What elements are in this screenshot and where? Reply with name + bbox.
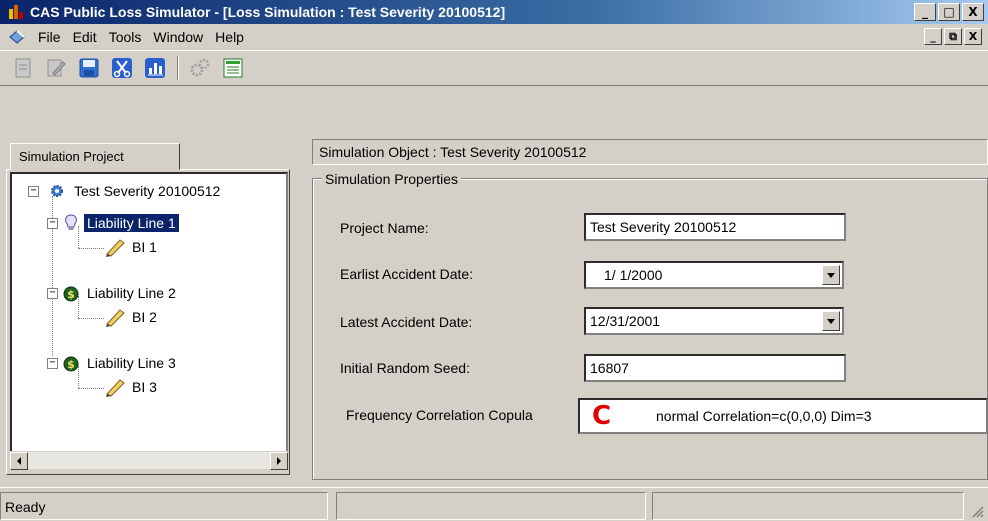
- run-button[interactable]: [187, 55, 213, 81]
- status-pane-2: [336, 492, 646, 520]
- new-document-button[interactable]: [10, 55, 36, 81]
- arrow-left-icon: [17, 457, 21, 465]
- child-close-button[interactable]: X: [964, 28, 982, 45]
- simulation-object-header: Simulation Object : Test Severity 201005…: [312, 139, 988, 165]
- svg-text:$: $: [67, 358, 75, 371]
- horizontal-scrollbar[interactable]: [10, 451, 288, 470]
- arrow-right-icon: [277, 457, 281, 465]
- close-button[interactable]: X: [962, 3, 984, 21]
- scissors-icon: [112, 58, 132, 78]
- gear-icon: [51, 185, 63, 197]
- tree-root[interactable]: − Test Severity 20100512: [28, 180, 223, 202]
- project-tree[interactable]: − Test Severity 20100512 − Liability Lin…: [10, 172, 288, 460]
- status-bar: Ready: [0, 487, 988, 521]
- pencil-icon: [106, 239, 125, 257]
- earliest-accident-date-label: Earlist Accident Date:: [340, 266, 474, 282]
- initial-random-seed-label: Initial Random Seed:: [340, 360, 470, 376]
- project-name-field[interactable]: Test Severity 20100512: [584, 213, 846, 241]
- svg-text:$: $: [67, 288, 75, 301]
- app-icon: [8, 4, 24, 20]
- copula-selector[interactable]: C normal Correlation=c(0,0,0) Dim=3: [578, 398, 988, 434]
- menu-tools[interactable]: Tools: [103, 27, 148, 47]
- menu-bar: File Edit Tools Window Help _ ⧉ X: [0, 24, 988, 50]
- latest-accident-date-picker[interactable]: 12/31/2001: [584, 307, 844, 335]
- gears-icon: [190, 58, 210, 77]
- window-title: CAS Public Loss Simulator - [Loss Simula…: [30, 4, 506, 20]
- tree-item-liability-line-2[interactable]: − $ Liability Line 2: [47, 282, 179, 304]
- collapse-icon[interactable]: −: [28, 185, 39, 197]
- menu-window[interactable]: Window: [147, 27, 209, 47]
- export-button[interactable]: [220, 55, 246, 81]
- latest-accident-date-label: Latest Accident Date:: [340, 314, 473, 330]
- tree-item-label: Liability Line 1: [83, 213, 180, 233]
- frequency-correlation-copula-label: Frequency Correlation Copula: [346, 407, 533, 423]
- menu-file[interactable]: File: [32, 27, 67, 47]
- status-text: Ready: [0, 492, 328, 520]
- latest-accident-date-value: 12/31/2001: [590, 313, 661, 329]
- group-title: Simulation Properties: [322, 171, 462, 187]
- resize-grip-icon[interactable]: [970, 504, 984, 518]
- tree-item-label: BI 2: [132, 309, 157, 325]
- copula-value: normal Correlation=c(0,0,0) Dim=3: [656, 408, 872, 424]
- earliest-accident-date-value: 1/ 1/2000: [604, 267, 663, 283]
- scroll-left-button[interactable]: [10, 452, 28, 470]
- cut-button[interactable]: [109, 55, 135, 81]
- tree-item-liability-line-3[interactable]: − $ Liability Line 3: [47, 352, 179, 374]
- tree-item-label: Liability Line 2: [87, 285, 176, 301]
- dropdown-arrow-button[interactable]: [822, 265, 840, 285]
- initial-random-seed-field[interactable]: 16807: [584, 354, 846, 382]
- money-bag-icon: $: [63, 356, 79, 372]
- chart-button[interactable]: [142, 55, 168, 81]
- menu-help[interactable]: Help: [209, 27, 250, 47]
- edit-button[interactable]: [43, 55, 69, 81]
- child-minimize-button[interactable]: _: [924, 28, 942, 45]
- tree-item-bi-1[interactable]: BI 1: [104, 236, 160, 258]
- chevron-down-icon: [827, 272, 835, 278]
- document-window-icon[interactable]: [8, 29, 26, 45]
- export-icon: [223, 58, 243, 78]
- chevron-down-icon: [827, 318, 835, 324]
- toolbar-separator: [177, 56, 179, 80]
- pencil-icon: [106, 379, 125, 397]
- tab-simulation-project[interactable]: Simulation Project: [10, 143, 180, 170]
- tree-item-label: Liability Line 3: [87, 355, 176, 371]
- tree-item-label: BI 1: [132, 239, 157, 255]
- title-bar: CAS Public Loss Simulator - [Loss Simula…: [0, 0, 988, 24]
- tree-item-liability-line-1[interactable]: − Liability Line 1: [47, 212, 180, 234]
- menu-edit[interactable]: Edit: [67, 27, 103, 47]
- collapse-icon[interactable]: −: [47, 287, 58, 299]
- project-name-label: Project Name:: [340, 220, 429, 236]
- tree-item-label: BI 3: [132, 379, 157, 395]
- maximize-button[interactable]: □: [938, 3, 960, 21]
- pencil-icon: [106, 309, 125, 327]
- copula-icon: C: [592, 401, 612, 431]
- collapse-icon[interactable]: −: [47, 357, 58, 369]
- chart-icon: [145, 58, 165, 78]
- save-icon: [79, 58, 99, 78]
- collapse-icon[interactable]: −: [47, 217, 58, 229]
- edit-icon: [47, 59, 66, 77]
- lightbulb-icon: [65, 214, 77, 230]
- tree-item-bi-3[interactable]: BI 3: [104, 376, 160, 398]
- new-document-icon: [15, 58, 31, 78]
- tree-item-bi-2[interactable]: BI 2: [104, 306, 160, 328]
- earliest-accident-date-picker[interactable]: 1/ 1/2000: [584, 261, 844, 289]
- tree-root-label: Test Severity 20100512: [74, 183, 221, 199]
- minimize-button[interactable]: _: [914, 3, 936, 21]
- dropdown-arrow-button[interactable]: [822, 311, 840, 331]
- toolbar: [0, 50, 988, 86]
- status-pane-3: [652, 492, 964, 520]
- child-restore-button[interactable]: ⧉: [944, 28, 962, 45]
- scroll-right-button[interactable]: [270, 452, 288, 470]
- save-button[interactable]: [76, 55, 102, 81]
- money-bag-icon: $: [63, 286, 79, 302]
